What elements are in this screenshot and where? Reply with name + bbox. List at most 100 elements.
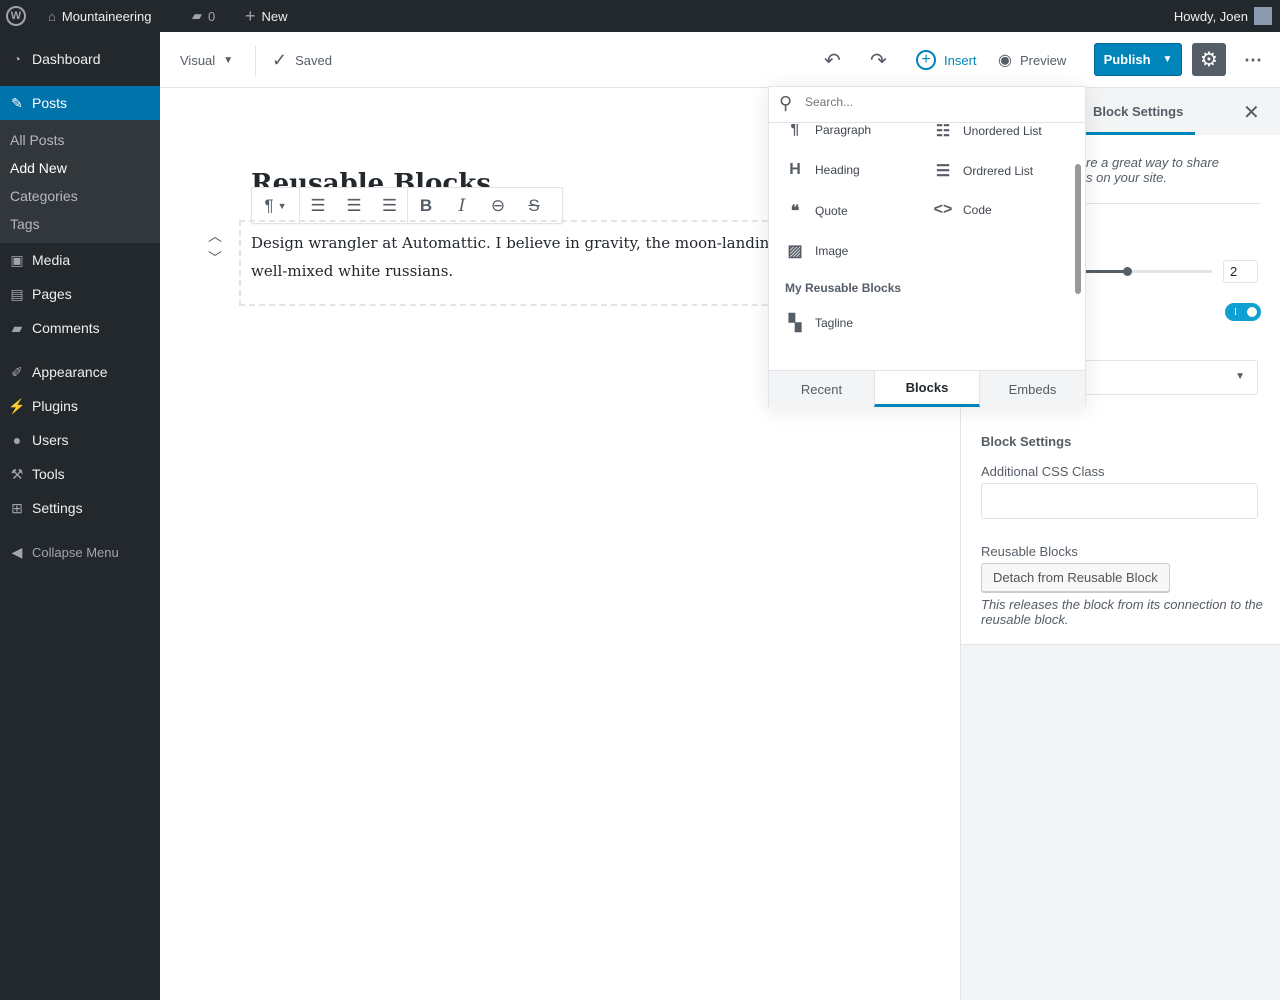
collapse-icon: ◀	[11, 543, 23, 560]
redo-button[interactable]: ↷	[870, 32, 887, 88]
block-inserter-popover: ⚲ ¶Paragraph ☷Unordered List HHeading ☰O…	[768, 86, 1086, 407]
plugin-icon: ⚡	[8, 397, 26, 414]
media-icon: ▣	[10, 251, 24, 268]
range-number-input[interactable]: 2	[1223, 260, 1258, 283]
tab-embeds[interactable]: Embeds	[980, 370, 1085, 407]
sidebar-item-tools[interactable]: ⚒ Tools	[0, 457, 160, 491]
heading-icon: H	[789, 161, 801, 178]
submenu-add-new[interactable]: Add New	[10, 160, 67, 176]
close-icon: ✕	[1243, 102, 1260, 124]
plus-circle-icon: +	[916, 50, 936, 70]
sidebar-item-plugins[interactable]: ⚡ Plugins	[0, 389, 160, 423]
sidebar-item-appearance[interactable]: ✐ Appearance	[0, 355, 160, 389]
wordpress-logo-icon[interactable]: W	[6, 0, 26, 32]
block-heading[interactable]: H Heading	[785, 161, 859, 179]
italic-button[interactable]: I	[444, 188, 480, 224]
search-icon: ⚲	[779, 93, 793, 113]
scrollbar[interactable]	[1075, 164, 1081, 294]
submenu-categories[interactable]: Categories	[10, 188, 78, 204]
admin-bar: W ⌂ Mountaineering ▰ 0 + New Howdy, Joen	[0, 0, 1280, 32]
account-link[interactable]: Howdy, Joen	[1174, 0, 1272, 32]
settings-toggle-button[interactable]: ⚙	[1192, 43, 1226, 76]
block-unordered-list[interactable]: ☷ Unordered List	[933, 124, 1042, 141]
strikethrough-icon: S	[528, 195, 540, 215]
sidebar-item-dashboard[interactable]: ◔ Dashboard	[0, 42, 160, 76]
user-icon: ●	[12, 432, 22, 448]
block-tagline[interactable]: ▚ Tagline	[785, 313, 853, 333]
search-input[interactable]	[805, 95, 1065, 109]
submenu-all-posts[interactable]: All Posts	[10, 132, 64, 148]
reusable-blocks-label: Reusable Blocks	[981, 544, 1078, 559]
italic-icon: I	[458, 195, 466, 216]
image-icon: ▨	[787, 243, 803, 260]
site-link[interactable]: ⌂ Mountaineering	[48, 0, 151, 32]
search-field[interactable]: ⚲	[769, 87, 1085, 123]
align-center-icon: ☰	[346, 195, 362, 215]
block-quote[interactable]: ❝ Quote	[785, 201, 848, 221]
bold-button[interactable]: B	[408, 188, 444, 224]
block-image[interactable]: ▨ Image	[785, 241, 848, 261]
move-up-button[interactable]: ︿	[208, 226, 222, 246]
submenu-tags[interactable]: Tags	[10, 216, 40, 232]
css-class-input[interactable]	[981, 483, 1258, 519]
tab-blocks[interactable]: Blocks	[874, 370, 980, 407]
reusable-heading: My Reusable Blocks	[785, 281, 902, 295]
avatar	[1254, 7, 1272, 25]
caret-down-icon: ▼	[223, 54, 234, 66]
comments-link[interactable]: ▰ 0	[192, 0, 215, 32]
paragraph-icon: ¶	[790, 124, 800, 138]
block-paragraph[interactable]: ¶ Paragraph	[785, 124, 872, 139]
sidebar-item-comments[interactable]: ▰ Comments	[0, 311, 160, 345]
select-dropdown[interactable]: ▼	[1085, 360, 1258, 395]
tab-recent[interactable]: Recent	[769, 370, 874, 407]
eye-icon: ◉	[998, 52, 1012, 69]
toggle-switch[interactable]	[1225, 303, 1261, 321]
move-down-button[interactable]: ﹀	[208, 248, 222, 268]
code-icon: <>	[933, 201, 953, 218]
collapse-menu-button[interactable]: ◀ Collapse Menu	[0, 535, 160, 569]
redo-icon: ↷	[870, 49, 887, 72]
more-menu-button[interactable]: ⋯	[1244, 32, 1262, 88]
comment-icon: ▰	[11, 319, 23, 336]
ellipsis-icon: ⋯	[1244, 49, 1262, 70]
close-button[interactable]: ✕	[1243, 100, 1260, 125]
admin-sidebar: ◔ Dashboard ✎ Posts All Posts Add New Cate…	[0, 32, 160, 1000]
caret-down-icon: ▼	[1235, 371, 1245, 382]
mode-switcher[interactable]: Visual ▼	[180, 32, 233, 88]
align-right-button[interactable]: ☰	[372, 187, 408, 224]
paragraph-icon: ¶	[264, 195, 274, 215]
sidebar-item-settings[interactable]: ⊞ Settings	[0, 491, 160, 525]
sidebar-item-posts[interactable]: ✎ Posts	[0, 86, 160, 120]
saved-status: ✓ Saved	[272, 49, 332, 70]
posts-submenu: All Posts Add New Categories Tags	[0, 120, 160, 243]
tab-block-settings[interactable]: Block Settings	[1093, 104, 1183, 119]
detach-help: This releases the block from its connect…	[981, 597, 1263, 627]
new-link[interactable]: + New	[245, 0, 288, 32]
pin-icon: ✎	[11, 94, 23, 111]
sidebar-item-users[interactable]: ● Users	[0, 423, 160, 457]
align-center-button[interactable]: ☰	[336, 188, 372, 224]
block-ordered-list[interactable]: ☰ Ordrered List	[933, 161, 1033, 181]
strikethrough-button[interactable]: S	[516, 188, 552, 224]
insert-button[interactable]: + Insert	[916, 32, 977, 88]
align-left-button[interactable]: ☰	[300, 188, 336, 224]
comment-icon: ▰	[192, 8, 202, 23]
link-icon: ⊖	[490, 195, 506, 215]
block-type-switcher[interactable]: ¶ ▼	[252, 187, 300, 224]
preview-button[interactable]: ◉ Preview	[998, 32, 1066, 88]
detach-button[interactable]: Detach from Reusable Block	[981, 563, 1170, 592]
chevron-up-icon: ︿	[208, 228, 222, 244]
range-slider[interactable]	[1086, 267, 1212, 276]
publish-button[interactable]: Publish ▼	[1094, 43, 1182, 76]
wrench-icon: ⚒	[10, 465, 24, 482]
quote-icon: ❝	[790, 203, 800, 220]
block-toolbar: ¶ ▼ ☰ ☰ ☰ B I ⊖ S	[251, 187, 563, 224]
sidebar-item-pages[interactable]: ▤ Pages	[0, 277, 160, 311]
reusable-block-icon: ▚	[788, 315, 802, 332]
list-icon: ☷	[935, 124, 951, 140]
slider-handle[interactable]	[1123, 267, 1132, 276]
link-button[interactable]: ⊖	[480, 188, 516, 224]
sidebar-item-media[interactable]: ▣ Media	[0, 243, 160, 277]
block-code[interactable]: <> Code	[933, 201, 992, 219]
undo-button[interactable]: ↶	[824, 32, 841, 88]
